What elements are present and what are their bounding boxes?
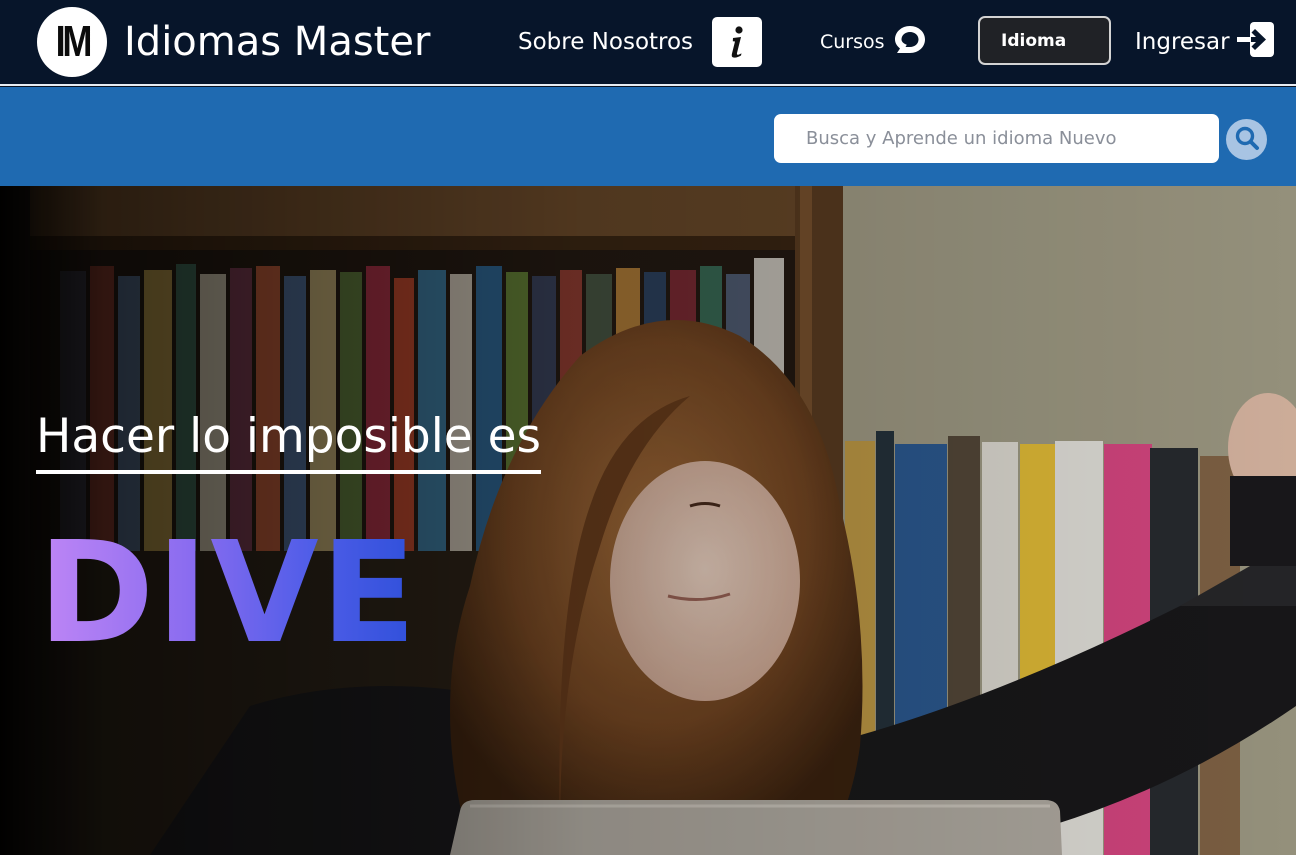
hero-highlight-word: DIVE: [38, 512, 419, 675]
hero-banner: Hacer lo imposible es DIVE: [0, 186, 1296, 855]
logo-badge[interactable]: IM: [37, 7, 107, 77]
logo-text: IM: [55, 17, 92, 66]
nav-about-us[interactable]: Sobre Nosotros: [518, 16, 763, 68]
nav-cursos-label: Cursos: [820, 31, 885, 53]
chat-bubble-icon: [893, 24, 927, 60]
search-input[interactable]: [774, 114, 1219, 163]
hero-tagline: Hacer lo imposible es: [36, 408, 542, 474]
search-button[interactable]: [1226, 119, 1267, 160]
nav-login[interactable]: Ingresar: [1135, 21, 1276, 63]
top-navbar: IM Idiomas Master Sobre Nosotros Cursos …: [0, 0, 1296, 86]
nav-cursos[interactable]: Cursos: [820, 24, 927, 60]
nav-about-label: Sobre Nosotros: [518, 29, 694, 55]
brand-name[interactable]: Idiomas Master: [124, 14, 430, 70]
info-icon[interactable]: [712, 17, 763, 67]
search-icon: [1234, 125, 1260, 155]
idioma-button[interactable]: Idioma: [978, 16, 1111, 65]
search-band: [0, 87, 1296, 186]
sign-in-arrow-icon: [1236, 21, 1276, 63]
nav-login-label: Ingresar: [1135, 29, 1230, 55]
